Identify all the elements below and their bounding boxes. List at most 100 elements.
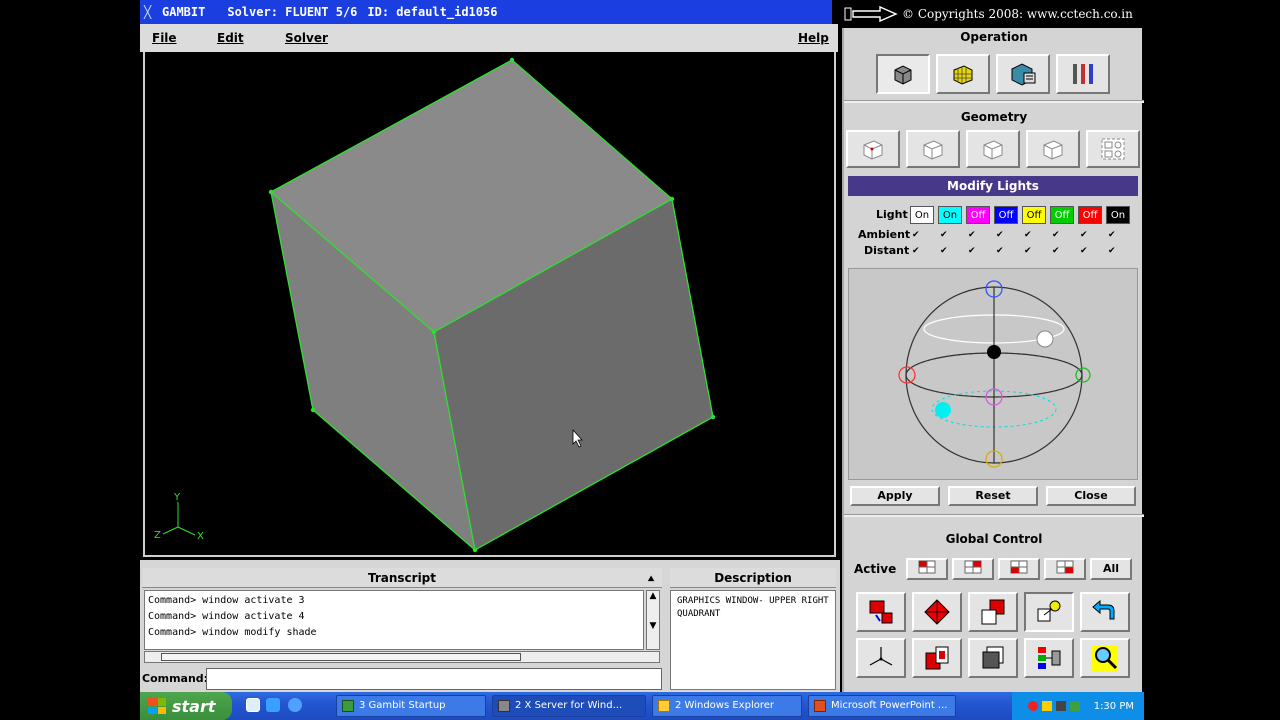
media-icon[interactable] bbox=[266, 698, 280, 712]
cube-view[interactable]: Y X Z bbox=[145, 52, 838, 557]
face-cube-icon bbox=[983, 140, 1003, 160]
transcript-title: Transcript bbox=[142, 568, 662, 588]
light-toggle-1[interactable]: On bbox=[910, 206, 934, 224]
distant-checkbox-3[interactable]: ✔ bbox=[968, 246, 976, 256]
ambient-checkbox-5[interactable]: ✔ bbox=[1024, 230, 1032, 240]
distant-checkbox-8[interactable]: ✔ bbox=[1108, 246, 1116, 256]
undo-button[interactable] bbox=[1080, 592, 1130, 632]
menu-edit[interactable]: Edit bbox=[217, 31, 244, 45]
ambient-checkbox-2[interactable]: ✔ bbox=[940, 230, 948, 240]
shade-button[interactable] bbox=[968, 638, 1018, 678]
group-icon bbox=[1101, 138, 1125, 160]
copyright-text: © Copyrights 2008: www.cctech.co.in bbox=[902, 7, 1133, 21]
face-button[interactable] bbox=[966, 130, 1020, 168]
distant-checkbox-1[interactable]: ✔ bbox=[912, 246, 920, 256]
command-label: Command: bbox=[142, 672, 209, 685]
geometry-title: Geometry bbox=[960, 110, 1028, 124]
quadrant-lower-left-button[interactable] bbox=[998, 558, 1040, 580]
ambient-checkbox-1[interactable]: ✔ bbox=[912, 230, 920, 240]
apply-button[interactable]: Apply bbox=[850, 486, 940, 506]
app-name: GAMBIT bbox=[162, 5, 206, 19]
select-pivot-button[interactable] bbox=[912, 592, 962, 632]
mesh-op-button[interactable] bbox=[936, 54, 990, 94]
color-spec-button[interactable] bbox=[1024, 638, 1074, 678]
fit-to-window-button[interactable] bbox=[856, 592, 906, 632]
quadrant-upper-right-button[interactable] bbox=[952, 558, 994, 580]
light-black-dot[interactable] bbox=[987, 345, 1001, 359]
ambient-checkbox-6[interactable]: ✔ bbox=[1052, 230, 1060, 240]
menu-bar: File Edit Solver Help bbox=[140, 24, 838, 52]
task-gambit-startup[interactable]: 3 Gambit Startup bbox=[336, 695, 486, 717]
distant-checkbox-7[interactable]: ✔ bbox=[1080, 246, 1088, 256]
browser-icon[interactable] bbox=[288, 698, 302, 712]
light-handle-left[interactable] bbox=[898, 366, 916, 384]
description-text: GRAPHICS WINDOW- UPPER RIGHT QUADRANT bbox=[670, 590, 836, 690]
geometry-op-button[interactable] bbox=[876, 54, 930, 94]
tray-icon[interactable] bbox=[1041, 701, 1052, 711]
zones-op-button[interactable] bbox=[996, 54, 1050, 94]
menu-help[interactable]: Help bbox=[798, 31, 829, 45]
light-white-dot[interactable] bbox=[1036, 330, 1054, 348]
graphics-window[interactable]: Y X Z bbox=[143, 52, 836, 557]
distant-checkbox-6[interactable]: ✔ bbox=[1052, 246, 1060, 256]
transcript-hscrollbar[interactable] bbox=[144, 651, 660, 663]
quadrant-lower-right-button[interactable] bbox=[1044, 558, 1086, 580]
group-button[interactable] bbox=[1086, 130, 1140, 168]
description-title: Description bbox=[670, 568, 836, 588]
light-toggle-4[interactable]: Off bbox=[994, 206, 1018, 224]
light-cyan-dot[interactable] bbox=[935, 402, 951, 418]
light-toggle-3[interactable]: Off bbox=[966, 206, 990, 224]
close-button[interactable]: Close bbox=[1046, 486, 1136, 506]
fit-icon bbox=[869, 600, 893, 624]
zones-icon bbox=[1011, 63, 1036, 86]
ambient-checkbox-4[interactable]: ✔ bbox=[996, 230, 1004, 240]
distant-checkbox-2[interactable]: ✔ bbox=[940, 246, 948, 256]
ambient-checkbox-8[interactable]: ✔ bbox=[1108, 230, 1116, 240]
light-toggle-8[interactable]: On bbox=[1106, 206, 1130, 224]
task-label: 2 Windows Explorer bbox=[675, 700, 774, 711]
light-handle-right[interactable] bbox=[1075, 367, 1091, 383]
tools-op-button[interactable] bbox=[1056, 54, 1110, 94]
distant-checkbox-5[interactable]: ✔ bbox=[1024, 246, 1032, 256]
menu-file[interactable]: File bbox=[152, 31, 177, 45]
task-windows-explorer[interactable]: 2 Windows Explorer bbox=[652, 695, 802, 717]
render-model-button[interactable] bbox=[912, 638, 962, 678]
vertex-button[interactable] bbox=[846, 130, 900, 168]
global-control-title: Global Control bbox=[945, 532, 1043, 546]
orient-model-button[interactable] bbox=[968, 592, 1018, 632]
taskbar: start 3 Gambit Startup 2 X Server for Wi… bbox=[140, 692, 1144, 720]
show-desktop-icon[interactable] bbox=[246, 698, 260, 712]
ambient-checkbox-3[interactable]: ✔ bbox=[968, 230, 976, 240]
quadrant-upper-left-button[interactable] bbox=[906, 558, 948, 580]
transcript-expand-icon[interactable]: ⯅ bbox=[642, 570, 660, 588]
light-sphere-editor[interactable] bbox=[848, 268, 1138, 480]
reset-button[interactable]: Reset bbox=[948, 486, 1038, 506]
transcript-vscrollbar[interactable]: ▲ ▼ bbox=[646, 590, 660, 650]
arrow-icon bbox=[844, 5, 898, 23]
all-quadrants-button[interactable]: All bbox=[1090, 558, 1132, 580]
tray-icon[interactable] bbox=[1055, 701, 1066, 711]
axis-triad-icon bbox=[162, 502, 196, 536]
system-tray: 1:30 PM bbox=[1012, 692, 1144, 720]
hscroll-thumb[interactable] bbox=[161, 653, 521, 661]
light-toggle-7[interactable]: Off bbox=[1078, 206, 1102, 224]
menu-solver[interactable]: Solver bbox=[285, 31, 328, 45]
light-toggle-6[interactable]: Off bbox=[1050, 206, 1074, 224]
axis-orient-button[interactable] bbox=[856, 638, 906, 678]
light-sphere[interactable] bbox=[849, 269, 1139, 481]
light-toggle-2[interactable]: On bbox=[938, 206, 962, 224]
distant-checkbox-4[interactable]: ✔ bbox=[996, 246, 1004, 256]
tray-icon[interactable] bbox=[1027, 701, 1038, 711]
task-x-server[interactable]: 2 X Server for Wind... bbox=[492, 695, 646, 717]
light-toggle-5[interactable]: Off bbox=[1022, 206, 1046, 224]
volume-button[interactable] bbox=[1026, 130, 1080, 168]
session-id: ID: default_id1056 bbox=[367, 5, 498, 19]
command-input[interactable] bbox=[206, 668, 662, 690]
ambient-checkbox-7[interactable]: ✔ bbox=[1080, 230, 1088, 240]
task-powerpoint[interactable]: Microsoft PowerPoint ... bbox=[808, 695, 956, 717]
modify-lights-button[interactable] bbox=[1024, 592, 1074, 632]
tray-icon[interactable] bbox=[1069, 701, 1080, 711]
edge-button[interactable] bbox=[906, 130, 960, 168]
zoom-button[interactable] bbox=[1080, 638, 1130, 678]
start-button[interactable]: start bbox=[140, 692, 232, 720]
